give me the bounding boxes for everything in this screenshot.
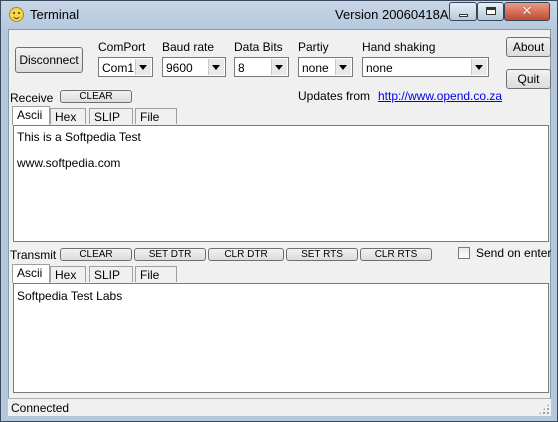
receive-textarea[interactable]: This is a Softpedia Test www.softpedia.c…: [13, 125, 549, 242]
transmit-line-1: Softpedia Test Labs: [17, 289, 123, 303]
comport-value: Com1: [102, 61, 135, 75]
hand-shaking-label: Hand shaking: [362, 40, 436, 54]
comport-select[interactable]: Com1: [98, 57, 153, 77]
minimize-icon: [459, 14, 468, 17]
minimize-button[interactable]: [449, 2, 477, 21]
transmit-tab-slip[interactable]: SLIP: [89, 266, 133, 282]
parity-label: Partiy: [298, 40, 329, 54]
chevron-down-icon[interactable]: [135, 59, 151, 75]
receive-tab-hex[interactable]: Hex: [50, 108, 86, 124]
title-bar[interactable]: Terminal Version 20060418A ✕: [1, 1, 557, 29]
transmit-tabs: Ascii Hex SLIP File: [9, 264, 552, 283]
baud-rate-select[interactable]: 9600: [162, 57, 226, 77]
comport-label: ComPort: [98, 40, 146, 54]
send-on-enter-label: Send on enter: [476, 246, 552, 260]
data-bits-select[interactable]: 8: [234, 57, 289, 77]
chevron-down-icon[interactable]: [335, 59, 351, 75]
data-bits-label: Data Bits: [234, 40, 283, 54]
about-button[interactable]: About: [506, 37, 551, 57]
smiley-app-icon: [9, 7, 24, 22]
send-on-enter-checkbox[interactable]: [458, 247, 470, 259]
receive-tab-ascii[interactable]: Ascii: [12, 106, 50, 125]
receive-tabs: Ascii Hex SLIP File: [9, 106, 552, 125]
set-dtr-button[interactable]: SET DTR: [134, 248, 206, 261]
transmit-label: Transmit: [10, 248, 57, 262]
receive-tab-slip[interactable]: SLIP: [89, 108, 133, 124]
parity-value: none: [302, 61, 329, 75]
maximize-icon: [486, 7, 496, 15]
updates-link[interactable]: http://www.opend.co.za: [378, 89, 502, 103]
window-title: Terminal: [30, 7, 80, 22]
hand-shaking-value: none: [366, 61, 393, 75]
disconnect-button[interactable]: Disconnect: [15, 47, 83, 73]
client-area: Disconnect ComPort Com1 Baud rate 9600 D…: [8, 29, 551, 416]
status-bar: Connected: [8, 398, 551, 416]
baud-rate-value: 9600: [166, 61, 193, 75]
data-bits-value: 8: [238, 61, 245, 75]
close-icon: ✕: [521, 4, 533, 19]
transmit-textarea[interactable]: Softpedia Test Labs: [13, 283, 549, 393]
version-label: Version 20060418A: [335, 7, 449, 22]
close-button[interactable]: ✕: [504, 2, 550, 21]
transmit-clear-button[interactable]: CLEAR: [60, 248, 132, 261]
chevron-down-icon[interactable]: [471, 59, 487, 75]
clr-rts-button[interactable]: CLR RTS: [360, 248, 432, 261]
receive-line-3: www.softpedia.com: [17, 156, 121, 170]
quit-button[interactable]: Quit: [506, 69, 551, 89]
maximize-button[interactable]: [477, 2, 504, 21]
status-text: Connected: [11, 401, 70, 415]
receive-label: Receive: [10, 91, 54, 105]
clr-dtr-button[interactable]: CLR DTR: [208, 248, 284, 261]
chevron-down-icon[interactable]: [271, 59, 287, 75]
chevron-down-icon[interactable]: [208, 59, 224, 75]
receive-tab-file[interactable]: File: [135, 108, 177, 124]
transmit-tab-hex[interactable]: Hex: [50, 266, 86, 282]
transmit-tab-ascii[interactable]: Ascii: [12, 264, 50, 283]
terminal-window: Terminal Version 20060418A ✕ Disconnect …: [0, 0, 558, 422]
resize-grip-icon[interactable]: [538, 403, 550, 415]
hand-shaking-select[interactable]: none: [362, 57, 489, 77]
receive-line-1: This is a Softpedia Test: [17, 130, 141, 144]
transmit-tab-file[interactable]: File: [135, 266, 177, 282]
parity-select[interactable]: none: [298, 57, 353, 77]
receive-clear-button[interactable]: CLEAR: [60, 90, 132, 103]
baud-rate-label: Baud rate: [162, 40, 215, 54]
set-rts-button[interactable]: SET RTS: [286, 248, 358, 261]
updates-label: Updates from: [298, 89, 371, 103]
